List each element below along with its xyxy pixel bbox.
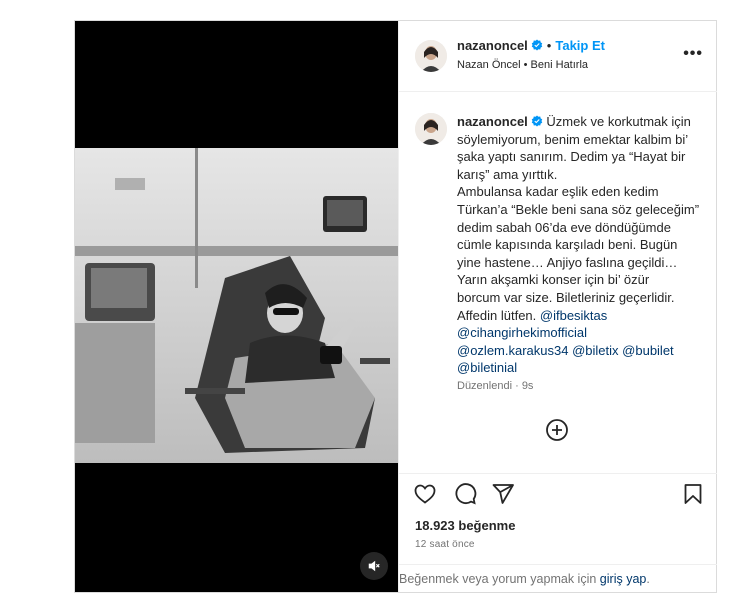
mention-link[interactable]: @biletix [572,343,618,358]
post-photo [75,148,398,463]
mention-link[interactable]: @biletinial [457,360,517,375]
action-bar [399,473,717,521]
mention-link[interactable]: @ozlem.karakus34 [457,343,568,358]
post-video[interactable] [75,21,398,592]
share-button[interactable] [491,482,515,506]
caption-text-line: Ambulansa kadar eşlik eden kedim [457,184,659,200]
header-title-line: nazanoncel • Takip Et [457,38,605,53]
share-icon [492,484,514,504]
caption-username[interactable]: nazanoncel [457,114,528,129]
comment-button[interactable] [453,482,477,506]
caption-text-line: Affedin lütfen. [457,307,537,323]
caption-text-line: Türkan’a “Bekle beni sana söz geleceğim” [457,201,700,217]
bookmark-icon [684,484,702,504]
login-link[interactable]: giriş yap [600,572,647,586]
verified-badge-icon [531,115,543,127]
instagram-post: nazanoncel • Takip Et Nazan Öncel • Beni H… [74,20,717,593]
heart-icon [414,484,436,504]
mention-link[interactable]: @cihangirhekimofficial [457,325,587,340]
mention-link[interactable]: @bubilet [622,343,674,358]
caption-text-line: cümle kapısında karşıladı beni. Bugün [457,237,678,253]
plus-circle-icon [546,419,568,441]
post-timestamp[interactable]: 12 saat önce [415,539,475,550]
verified-badge-icon [531,39,543,51]
caption-text-line: dedim sabah 06’da eve döndüğümde [457,219,671,235]
caption-text-line: Yarın akşamki konser için bi’ özür [457,272,650,288]
save-button[interactable] [681,482,705,506]
username-link[interactable]: nazanoncel [457,38,528,53]
login-prompt: Beğenmek veya yorum yapmak için giriş ya… [399,564,717,592]
caption-text-line: borcum var size. Biletleriniz geçerlidir… [457,289,675,305]
caption-text-line: Üzmek ve korkutmak için [546,114,691,129]
more-options-button[interactable]: ••• [683,45,703,63]
load-more-comments-button[interactable] [545,418,569,442]
post-caption: nazanoncel Üzmek ve korkutmak için söyle… [457,113,707,377]
follow-button[interactable]: Takip Et [555,38,605,53]
mute-button[interactable] [360,552,388,580]
audio-subtitle[interactable]: Nazan Öncel • Beni Hatırla [457,59,588,71]
caption-area: nazanoncel Üzmek ve korkutmak için söyle… [399,93,717,473]
like-count[interactable]: 18.923 beğenme [415,518,515,533]
mention-link[interactable]: @ifbesiktas [540,308,607,323]
caption-text-line: şaka yaptı sanırım. Dedim ya “Hayat bir [457,149,686,165]
caption-text-line: yine hastene… Anjiyo faslına geçildi… [457,254,678,270]
avatar[interactable] [415,40,447,72]
caption-avatar[interactable] [415,113,447,145]
post-sidebar: nazanoncel • Takip Et Nazan Öncel • Beni H… [398,21,717,592]
separator-dot: • [546,38,552,53]
caption-text-line: karış” ama yırttık. [457,166,558,182]
login-prompt-text: Beğenmek veya yorum yapmak için [399,572,597,586]
caption-text-line: söylemiyorum, benim emektar kalbim bi’ [457,131,689,147]
like-button[interactable] [413,482,437,506]
comment-icon [455,483,477,505]
post-header: nazanoncel • Takip Et Nazan Öncel • Beni H… [399,21,717,92]
login-prompt-period: . [646,572,650,586]
edited-timestamp[interactable]: Düzenlendi · 9s [457,380,533,392]
speaker-muted-icon [368,560,380,572]
